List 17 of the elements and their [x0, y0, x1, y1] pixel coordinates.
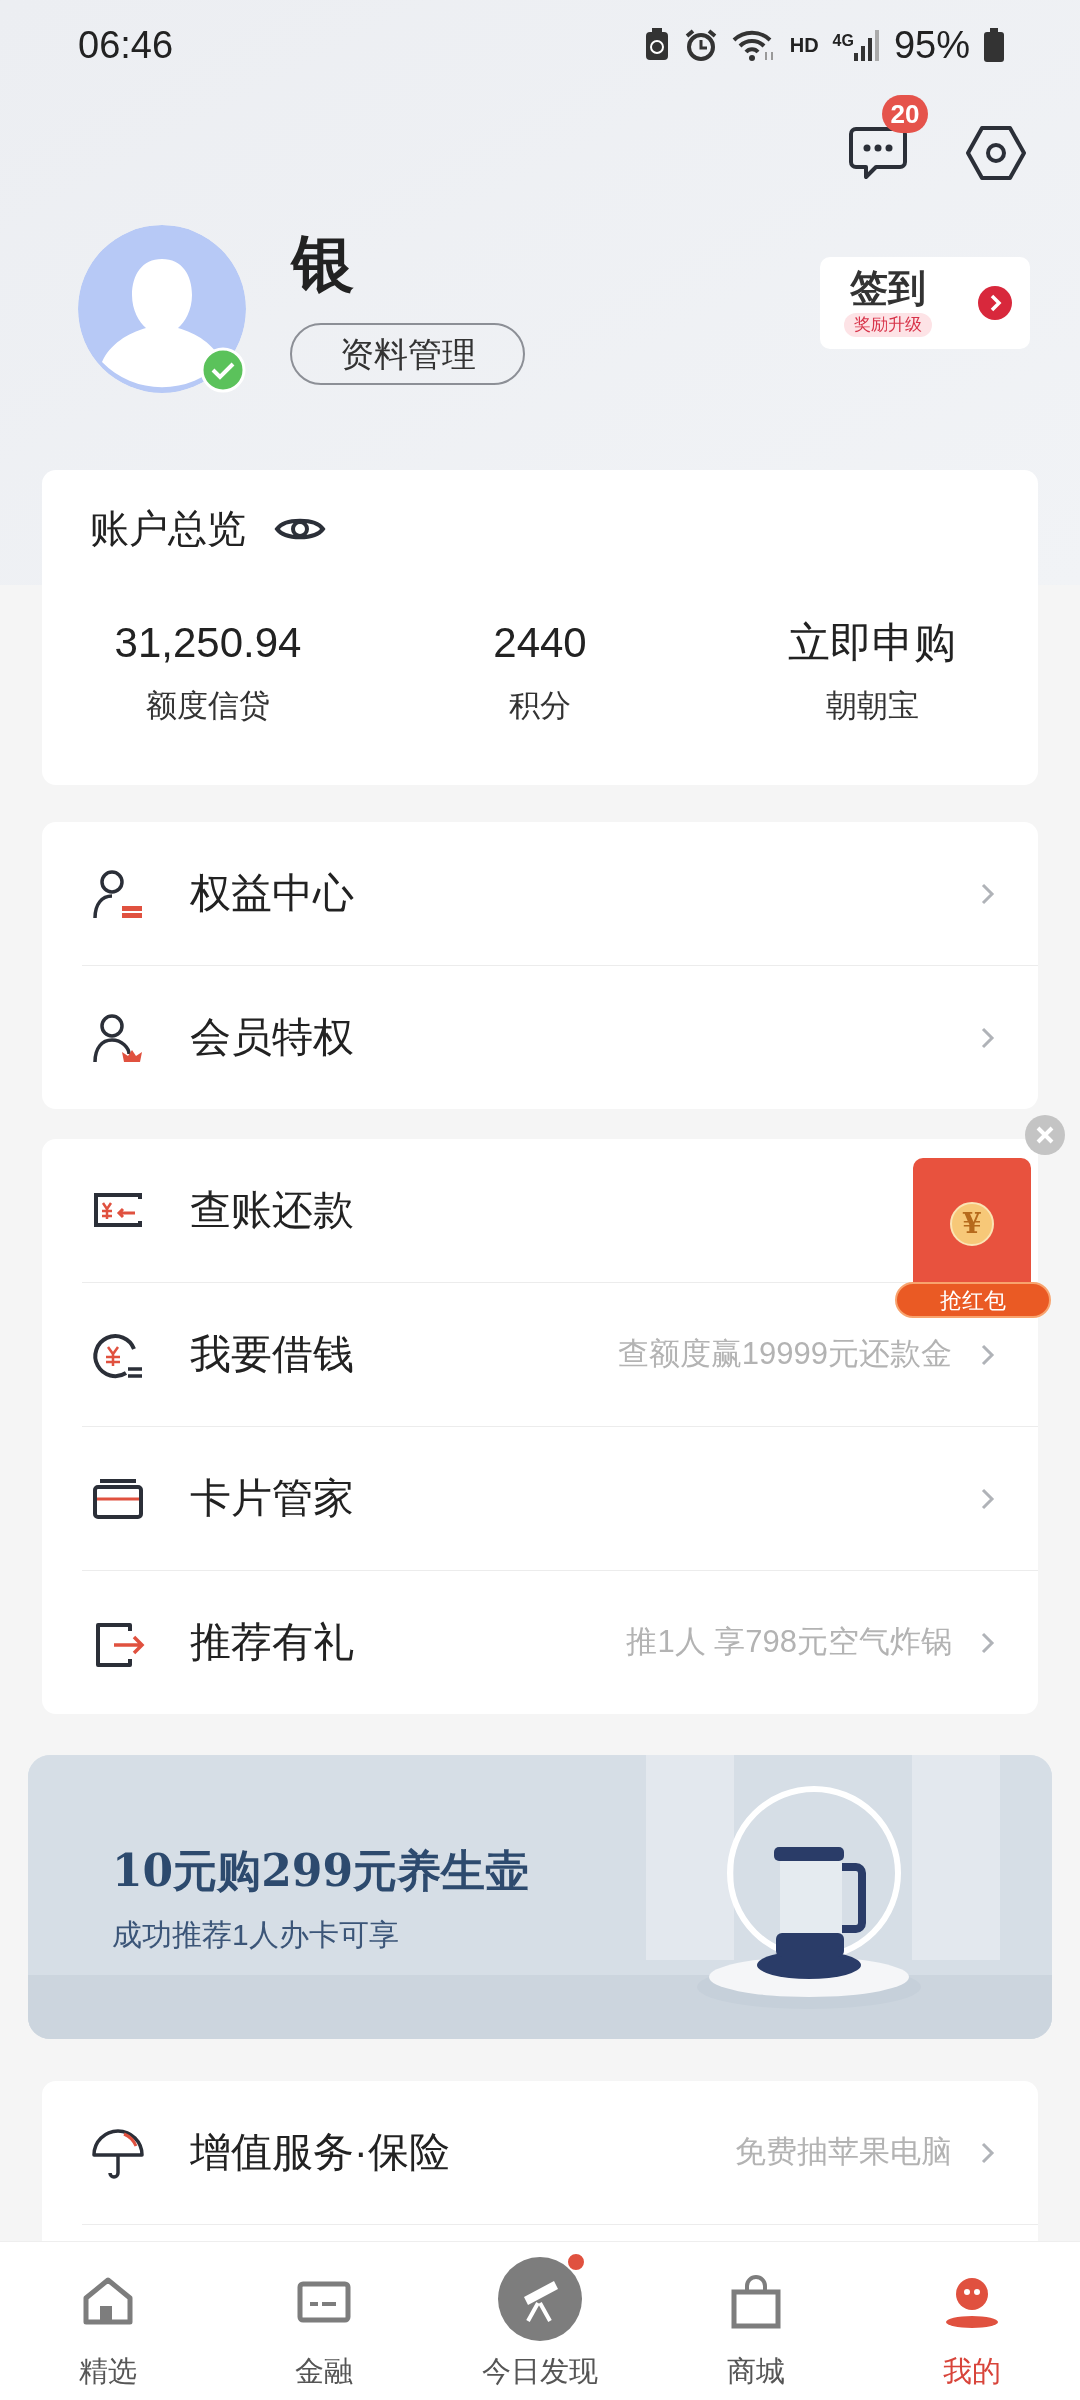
banner-subtitle: 成功推荐1人办卡可享 [112, 1916, 400, 1953]
promo-hint: 查额度赢19999元还款金 [617, 1335, 952, 1374]
promo-hint: 免费抽苹果电脑 [735, 2133, 952, 2172]
clock-time: 06:46 [78, 22, 174, 68]
stat-label: 朝朝宝 [825, 687, 919, 725]
stat-label: 积分 [509, 687, 571, 725]
banner-title: 10元购299元养生壶 [112, 1843, 531, 1898]
check-in-title: 签到 [850, 269, 926, 307]
stat-label: 额度信贷 [146, 687, 270, 725]
coin-symbol: ¥ [950, 1202, 994, 1246]
promo-hint: 推1人 享798元空气炸锅 [626, 1623, 952, 1662]
account-title: 账户总览 [90, 506, 246, 552]
hd-indicator: HD [789, 33, 819, 58]
network-type: 4G [832, 31, 854, 51]
user-name: 银 [292, 233, 355, 295]
battery-percent: 95% [893, 22, 970, 68]
reward-tag: 奖励升级 [844, 313, 932, 337]
